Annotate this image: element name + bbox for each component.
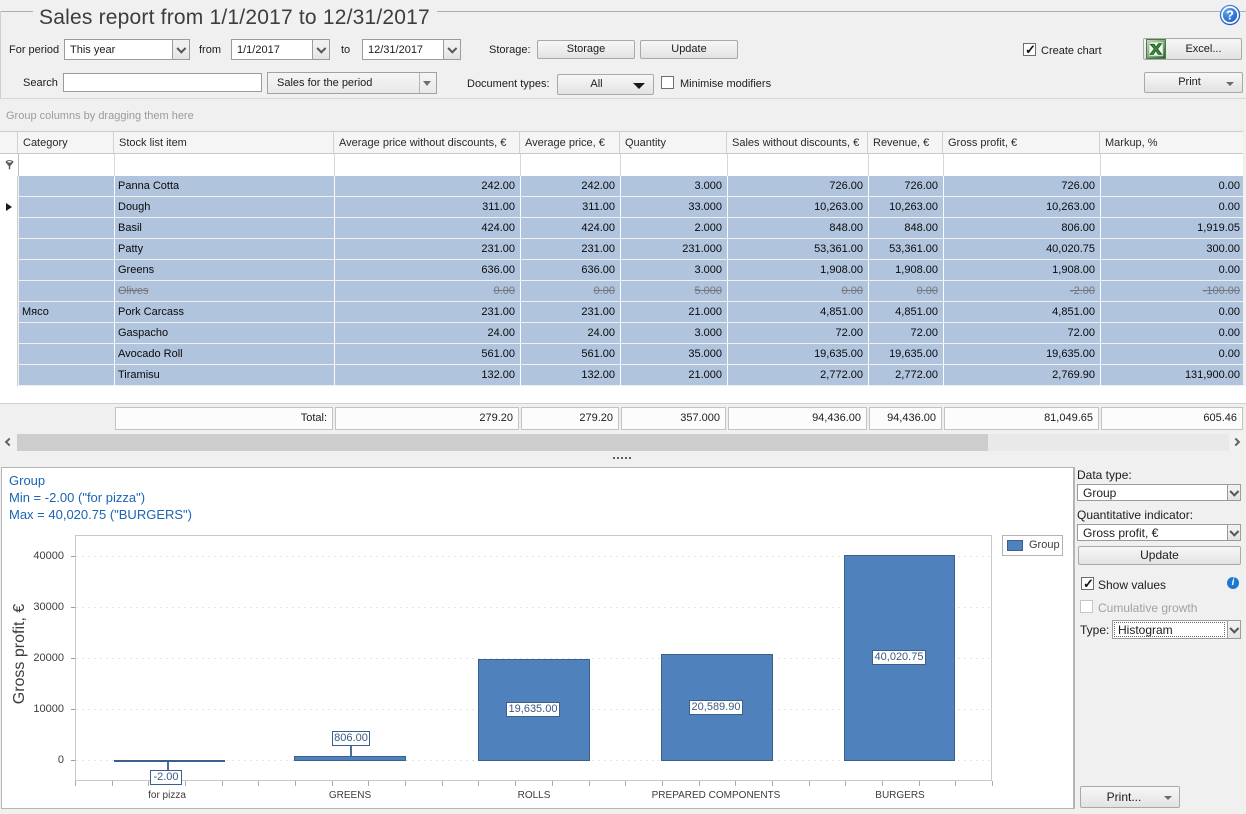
svg-text:?: ? [1226,8,1234,23]
